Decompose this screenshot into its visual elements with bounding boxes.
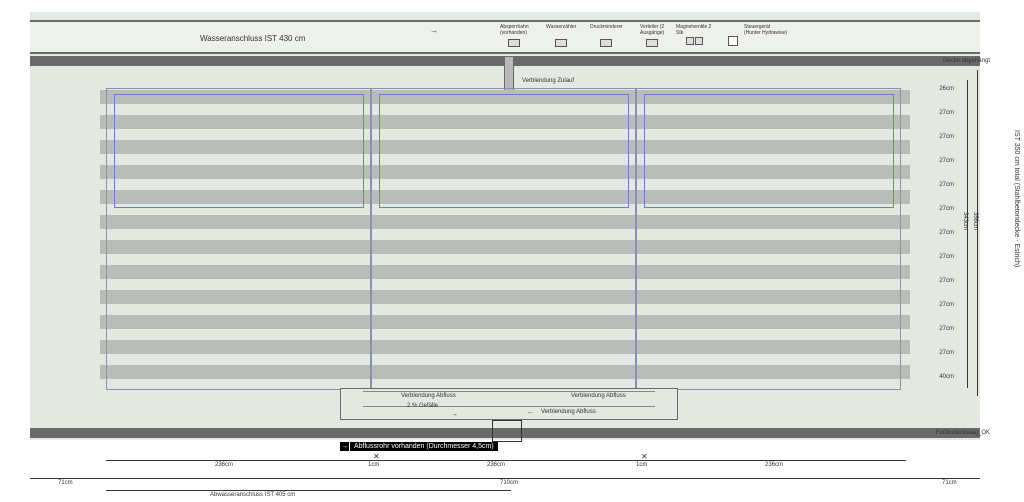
gefalle-label: 2 % Gefälle (407, 403, 438, 409)
dim-row1-line (106, 460, 906, 461)
planter-slats (100, 90, 910, 380)
comp-steuergeraet-sub: (Hunter Hydrawise) (744, 30, 787, 36)
drain-note-arrow: → (340, 442, 349, 451)
drain-cover-center: Verblendung Abfluss (541, 409, 596, 415)
abwasser-label: Abwasseranschluss IST 405 cm (210, 492, 295, 498)
dim-row2-line (30, 478, 980, 479)
comp-verteiler-sub: Ausgänge) (640, 30, 664, 36)
inlet-cover-label: Verblendung Zulauf (522, 78, 574, 84)
comp-absperrhahn (508, 38, 520, 48)
comp-absperrhahn-sub: (vorhanden) (500, 30, 527, 36)
comp-wasserzaehler-label: Wasserzähler (546, 24, 576, 30)
dim1-tick2: ✕ (641, 452, 648, 461)
slope-arrow-l: → (451, 411, 458, 418)
comp-magnetventile-sub: Stk (676, 30, 683, 36)
vertical-spacings: 26cm 27cm 27cm 27cm 27cm 27cm 27cm 27cm … (939, 86, 954, 384)
dim1-d: 1cm (636, 462, 647, 468)
drain-cover-right: Verblendung Abfluss (571, 393, 626, 399)
dim1-a: 236cm (215, 462, 233, 468)
inlet-pipe (504, 56, 514, 92)
dim2-b: 710cm (500, 480, 518, 486)
floor-label: Fußbodenbelag_OK (936, 430, 990, 436)
vbrace-2 (974, 70, 978, 396)
comp-druckminderer (600, 38, 612, 48)
drain-trough: Verblendung Abfluss Verblendung Abfluss … (340, 388, 678, 420)
drain-cover-left: Verblendung Abfluss (401, 393, 456, 399)
comp-druckminderer-label: Druckminderer (590, 24, 623, 30)
flow-arrow-top: → (430, 26, 438, 35)
dim1-e: 236cm (765, 462, 783, 468)
dim1-c: 236cm (487, 462, 505, 468)
drain-pipe (492, 420, 522, 442)
dim1-tick1: ✕ (373, 452, 380, 461)
comp-wasserzaehler (555, 38, 567, 48)
ceiling-label: Decke abgehängt (943, 58, 990, 64)
dim2-c: 71cm (942, 480, 957, 486)
technical-plan: Wasseranschluss IST 430 cm → Absperrhahn… (0, 0, 1024, 502)
side-note: IST 350 cm total (Stahlbetondecke - Estr… (1006, 130, 1020, 390)
comp-steuergeraet (728, 36, 738, 46)
dim1-b: 1cm (368, 462, 379, 468)
vtotal-2: 356cm (972, 212, 978, 230)
vbrace-1 (964, 80, 968, 388)
water-supply-label: Wasseranschluss IST 430 cm (200, 34, 305, 43)
abwasser-line (106, 490, 511, 491)
drain-pipe-note: Abflussrohr vorhanden (Durchmesser 4,5cm… (350, 442, 498, 451)
dim2-a: 71cm (58, 480, 73, 486)
vtotal-1: 343cm (962, 212, 968, 230)
comp-magnetventile (686, 36, 703, 46)
comp-verteiler (646, 38, 658, 48)
slope-arrow-r: ← (527, 409, 534, 416)
